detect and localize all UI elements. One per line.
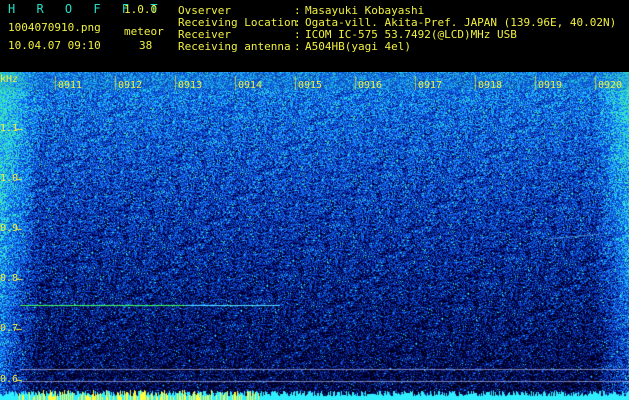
file-datetime: 10.04.07 09:10	[8, 39, 101, 52]
app-version: 1.0.0	[124, 3, 158, 16]
x-tick-label: 0920	[598, 80, 623, 91]
meteor-count: 38	[139, 39, 153, 52]
x-tick-label: 0919	[538, 80, 563, 91]
spectrogram-canvas	[0, 72, 629, 400]
y-tick-label: 0.8	[0, 273, 19, 284]
y-tick-label: 1.0	[0, 173, 19, 184]
x-tick-label: 0913	[178, 80, 203, 91]
x-tick-label: 0911	[58, 80, 83, 91]
antenna-value: A504HB(yagi 4el)	[305, 40, 411, 53]
header-panel: H R O F F T 1.0.0 1004070910.png meteor …	[0, 0, 629, 72]
antenna-label: Receiving antenna	[178, 40, 291, 53]
y-tick-label: 0.7	[0, 323, 19, 334]
y-unit-label: kHz	[0, 74, 19, 85]
file-name: 1004070910.png	[8, 21, 101, 34]
x-tick-label: 0917	[418, 80, 443, 91]
x-tick-label: 0918	[478, 80, 503, 91]
antenna-sep: :	[294, 40, 301, 53]
x-tick-label: 0916	[358, 80, 383, 91]
y-tick-label: 1.1	[0, 123, 19, 134]
y-tick-label: 0.9	[0, 223, 19, 234]
y-tick-label: 0.6	[0, 374, 19, 385]
meteor-label: meteor	[124, 25, 164, 38]
x-tick-label: 0914	[238, 80, 263, 91]
x-tick-label: 0915	[298, 80, 323, 91]
x-tick-label: 0912	[118, 80, 143, 91]
